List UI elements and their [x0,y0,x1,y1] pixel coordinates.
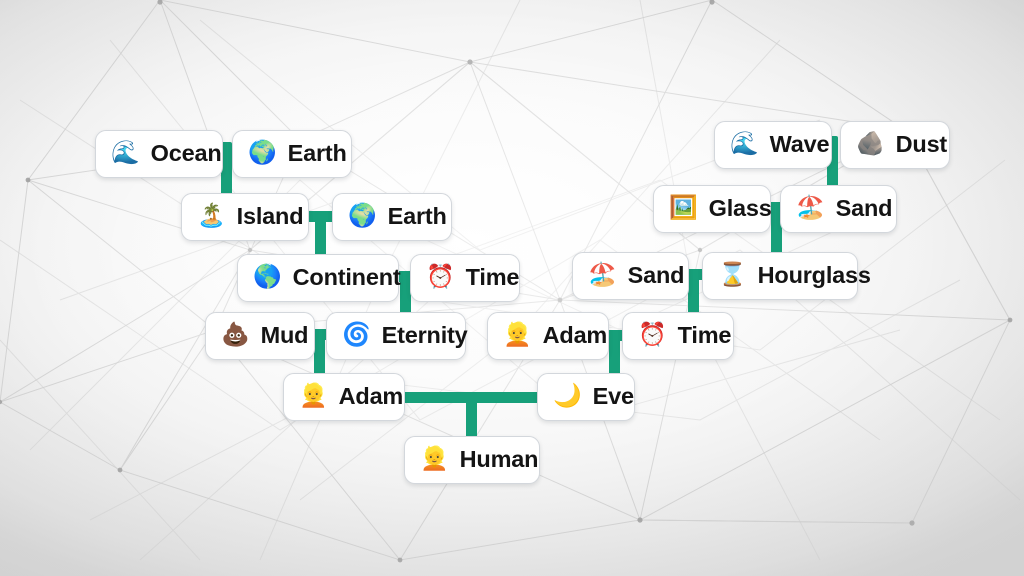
node-label: Ocean [150,140,222,167]
node-label: Hourglass [757,262,871,289]
crafting-canvas[interactable]: 🌊 Ocean 🌍 Earth 🏝️ Island 🌍 Earth 🌎 Continent ⏰ Tim… [0,0,1024,576]
node-sand2[interactable]: 🏖️ Sand [572,252,689,300]
cyclone-emoji: 🌀 [342,321,371,348]
person-blond-emoji: 👱 [420,445,449,472]
node-label: Eve [592,383,634,410]
wave-emoji: 🌊 [730,130,759,157]
node-time2[interactable]: ⏰ Time [622,312,734,360]
node-human[interactable]: 👱 Human [404,436,540,484]
node-label: Earth [287,140,347,167]
node-dust[interactable]: 🪨 Dust [840,121,950,169]
node-label: Earth [387,203,447,230]
wave-emoji: 🌊 [111,139,140,166]
node-label: Adam [338,383,404,410]
alarm-clock-emoji: ⏰ [638,321,667,348]
node-eternity[interactable]: 🌀 Eternity [326,312,468,360]
framed-picture-emoji: 🖼️ [669,194,698,221]
node-label: Wave [769,131,830,158]
node-label: Island [236,203,304,230]
node-island[interactable]: 🏝️ Island [181,193,309,241]
node-label: Eternity [381,322,468,349]
node-sand1[interactable]: 🏖️ Sand [780,185,897,233]
person-blond-emoji: 👱 [503,321,532,348]
node-earth2[interactable]: 🌍 Earth [332,193,452,241]
node-label: Mud [260,322,309,349]
node-adam1[interactable]: 👱 Adam [487,312,609,360]
node-label: Glass [708,195,772,222]
person-blond-emoji: 👱 [299,382,328,409]
node-label: Sand [627,262,685,289]
hourglass-emoji: ⌛ [718,261,747,288]
node-ocean[interactable]: 🌊 Ocean [95,130,223,178]
node-label: Time [677,322,732,349]
globe-europe-emoji: 🌍 [248,139,277,166]
beach-emoji: 🏖️ [588,261,617,288]
globe-europe-emoji: 🌍 [348,202,377,229]
node-label: Adam [542,322,608,349]
alarm-clock-emoji: ⏰ [426,263,455,290]
node-continent[interactable]: 🌎 Continent [237,254,401,302]
node-time1[interactable]: ⏰ Time [410,254,520,302]
node-label: Continent [292,264,401,291]
node-label: Time [465,264,520,291]
node-wave[interactable]: 🌊 Wave [714,121,832,169]
crescent-moon-emoji: 🌙 [553,382,582,409]
node-adam2[interactable]: 👱 Adam [283,373,405,421]
rock-emoji: 🪨 [856,130,885,157]
node-earth1[interactable]: 🌍 Earth [232,130,352,178]
node-label: Sand [835,195,893,222]
node-eve[interactable]: 🌙 Eve [537,373,635,421]
beach-emoji: 🏖️ [796,194,825,221]
node-glass[interactable]: 🖼️ Glass [653,185,772,233]
globe-americas-emoji: 🌎 [253,263,282,290]
node-hourglass[interactable]: ⌛ Hourglass [702,252,871,300]
node-layer: 🌊 Ocean 🌍 Earth 🏝️ Island 🌍 Earth 🌎 Continent ⏰ Tim… [0,0,1024,576]
node-label: Human [459,446,539,473]
node-label: Dust [895,131,948,158]
node-mud[interactable]: 💩 Mud [205,312,315,360]
mud-emoji: 💩 [221,321,250,348]
island-emoji: 🏝️ [197,202,226,229]
